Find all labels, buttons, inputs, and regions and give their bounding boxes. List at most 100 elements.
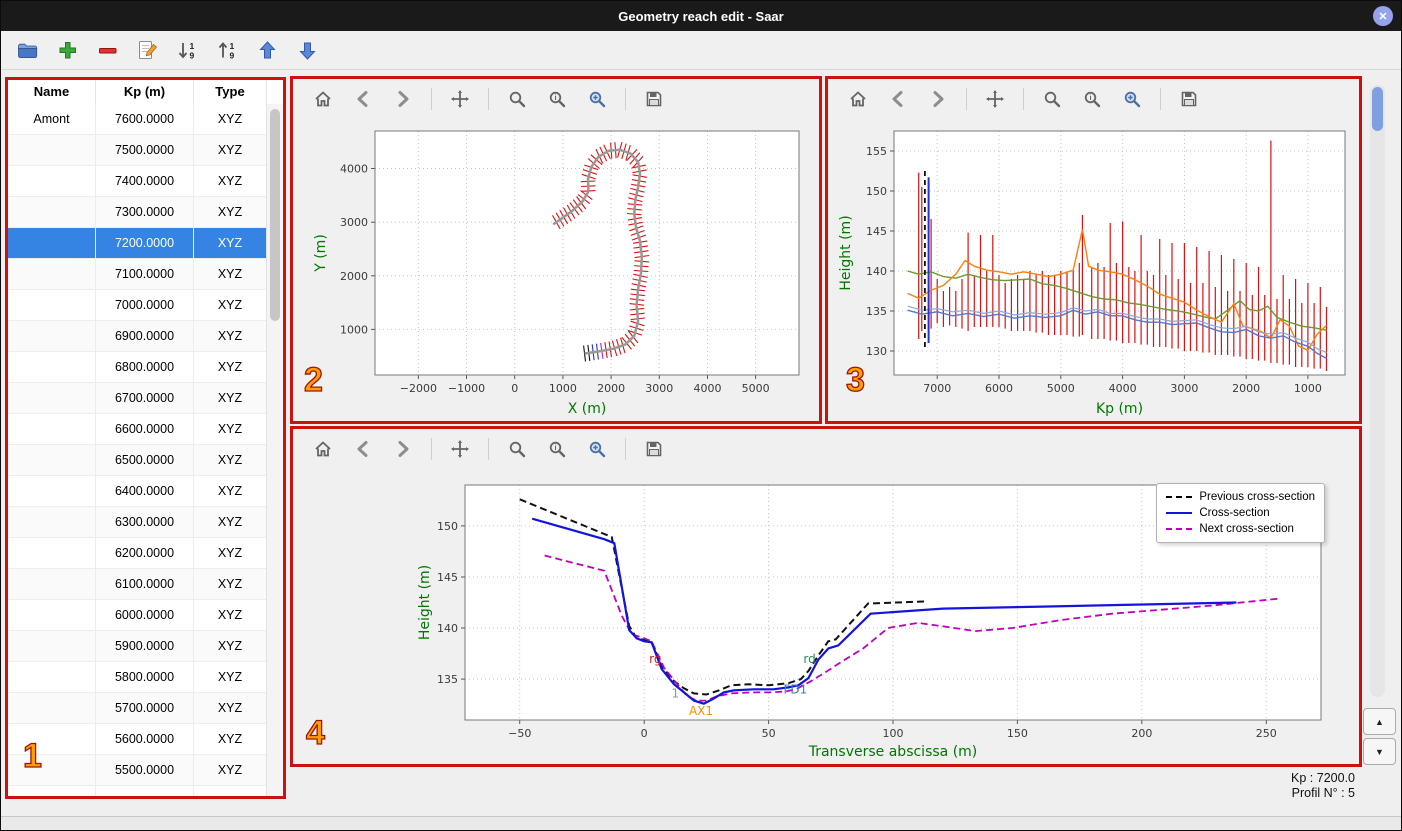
- sort-ascending-button[interactable]: 19: [213, 36, 241, 64]
- pan-icon: [451, 90, 469, 108]
- table-row[interactable]: 7500.0000 XYZ: [8, 135, 267, 166]
- pan-button[interactable]: [444, 84, 476, 114]
- vertical-scrollbar[interactable]: [1370, 85, 1385, 697]
- table-row[interactable]: 5500.0000 XYZ: [8, 755, 267, 786]
- table-row[interactable]: 6800.0000 XYZ: [8, 352, 267, 383]
- zoom-button[interactable]: [501, 434, 533, 464]
- back-button[interactable]: [347, 84, 379, 114]
- home-button[interactable]: [307, 84, 339, 114]
- zoom-rect-button[interactable]: [1116, 84, 1148, 114]
- save-button[interactable]: [1173, 84, 1205, 114]
- sort-descending-icon: 19: [178, 41, 194, 60]
- table-row[interactable]: 6000.0000 XYZ: [8, 600, 267, 631]
- table-cell: XYZ: [194, 476, 267, 506]
- home-icon: [315, 91, 331, 107]
- home-button[interactable]: [307, 434, 339, 464]
- svg-text:150: 150: [866, 185, 887, 198]
- longitudinal-chart[interactable]: 7000 6000 5000 4000 3000 2000 1000 130 135 140 145…: [828, 119, 1359, 421]
- move-up-button[interactable]: [253, 36, 281, 64]
- zoom-info-button[interactable]: i: [541, 434, 573, 464]
- home-button[interactable]: [842, 84, 874, 114]
- legend-label: Cross-section: [1199, 507, 1270, 519]
- svg-text:155: 155: [866, 145, 887, 158]
- table-cell: 7000.0000: [96, 290, 194, 320]
- svg-text:145: 145: [437, 571, 458, 584]
- profile-up-button[interactable]: ▲: [1363, 708, 1396, 735]
- pan-button[interactable]: [979, 84, 1011, 114]
- table-cell: 6600.0000: [96, 414, 194, 444]
- table-cell: 5900.0000: [96, 631, 194, 661]
- plan-chart[interactable]: −2000 −1000 0 1000 2000 3000 4000 5000 1000 2000 3…: [293, 119, 819, 421]
- table-scrollbar-thumb[interactable]: [270, 109, 280, 321]
- sort-descending-button[interactable]: 19: [173, 36, 201, 64]
- edit-cross-section-button[interactable]: [133, 36, 161, 64]
- table-cell: [8, 414, 96, 444]
- legend-swatch-icon: [1166, 528, 1193, 530]
- table-row[interactable]: 7400.0000 XYZ: [8, 166, 267, 197]
- svg-text:i: i: [554, 93, 556, 102]
- back-button[interactable]: [347, 434, 379, 464]
- bottom-bar: [1, 816, 1401, 830]
- remove-cross-section-button[interactable]: [93, 36, 121, 64]
- table-cell: 7300.0000: [96, 197, 194, 227]
- table-row[interactable]: 5900.0000 XYZ: [8, 631, 267, 662]
- home-icon: [315, 441, 331, 457]
- cross-section-toolbar: i: [293, 429, 1359, 469]
- table-cell: [8, 290, 96, 320]
- save-button[interactable]: [638, 434, 670, 464]
- table-cell: [8, 600, 96, 630]
- close-button[interactable]: ✕: [1373, 6, 1393, 26]
- zoom-info-icon: i: [549, 441, 566, 458]
- forward-button[interactable]: [922, 84, 954, 114]
- table-row[interactable]: 5600.0000 XYZ: [8, 724, 267, 755]
- table-row[interactable]: 6900.0000 XYZ: [8, 321, 267, 352]
- zoom-button[interactable]: [1036, 84, 1068, 114]
- table-row[interactable]: Amont 7600.0000 XYZ: [8, 104, 267, 135]
- table-row[interactable]: 6700.0000 XYZ: [8, 383, 267, 414]
- table-row[interactable]: 6100.0000 XYZ: [8, 569, 267, 600]
- table-cell: [8, 693, 96, 723]
- zoom-info-button[interactable]: i: [1076, 84, 1108, 114]
- table-row[interactable]: 5400.0000XYZ: [8, 786, 267, 796]
- table-cell: [8, 786, 96, 796]
- table-row[interactable]: 6600.0000 XYZ: [8, 414, 267, 445]
- longitudinal-panel: i 7000 6000 5000 4000 3000 2000 1000 130 135 140 1…: [825, 76, 1362, 424]
- table-row[interactable]: 6400.0000 XYZ: [8, 476, 267, 507]
- svg-text:130: 130: [866, 345, 887, 358]
- save-button[interactable]: [638, 84, 670, 114]
- table-row[interactable]: 7100.0000 XYZ: [8, 259, 267, 290]
- legend-entry: Cross-section: [1166, 505, 1315, 521]
- table-row[interactable]: 7200.0000 XYZ: [8, 228, 267, 259]
- zoom-button[interactable]: [501, 84, 533, 114]
- back-button[interactable]: [882, 84, 914, 114]
- table-row[interactable]: 5700.0000 XYZ: [8, 693, 267, 724]
- table-cell: XYZ: [194, 414, 267, 444]
- svg-text:3000: 3000: [340, 216, 368, 229]
- zoom-rect-button[interactable]: [581, 84, 613, 114]
- table-row[interactable]: 6200.0000 XYZ: [8, 538, 267, 569]
- forward-button[interactable]: [387, 84, 419, 114]
- move-down-button[interactable]: [293, 36, 321, 64]
- table-cell: [8, 135, 96, 165]
- open-file-button[interactable]: [13, 36, 41, 64]
- table-cell: XYZ: [194, 755, 267, 785]
- zoom-info-icon: i: [1084, 91, 1101, 108]
- status-kp: Kp : 7200.0: [1291, 771, 1355, 785]
- add-cross-section-button[interactable]: [53, 36, 81, 64]
- profile-down-button[interactable]: ▼: [1363, 738, 1396, 765]
- table-row[interactable]: 7000.0000 XYZ: [8, 290, 267, 321]
- table-row[interactable]: 6500.0000 XYZ: [8, 445, 267, 476]
- forward-button[interactable]: [387, 434, 419, 464]
- zoom-info-button[interactable]: i: [541, 84, 573, 114]
- table-cell: XYZ: [194, 383, 267, 413]
- svg-text:X (m): X (m): [568, 401, 607, 417]
- svg-text:150: 150: [1007, 727, 1028, 740]
- zoom-rect-icon: [1124, 91, 1141, 108]
- table-row[interactable]: 6300.0000 XYZ: [8, 507, 267, 538]
- pan-button[interactable]: [444, 434, 476, 464]
- table-row[interactable]: 5800.0000 XYZ: [8, 662, 267, 693]
- zoom-rect-button[interactable]: [581, 434, 613, 464]
- table-scrollbar[interactable]: [266, 104, 283, 796]
- vertical-scrollbar-thumb[interactable]: [1372, 87, 1383, 131]
- table-row[interactable]: 7300.0000 XYZ: [8, 197, 267, 228]
